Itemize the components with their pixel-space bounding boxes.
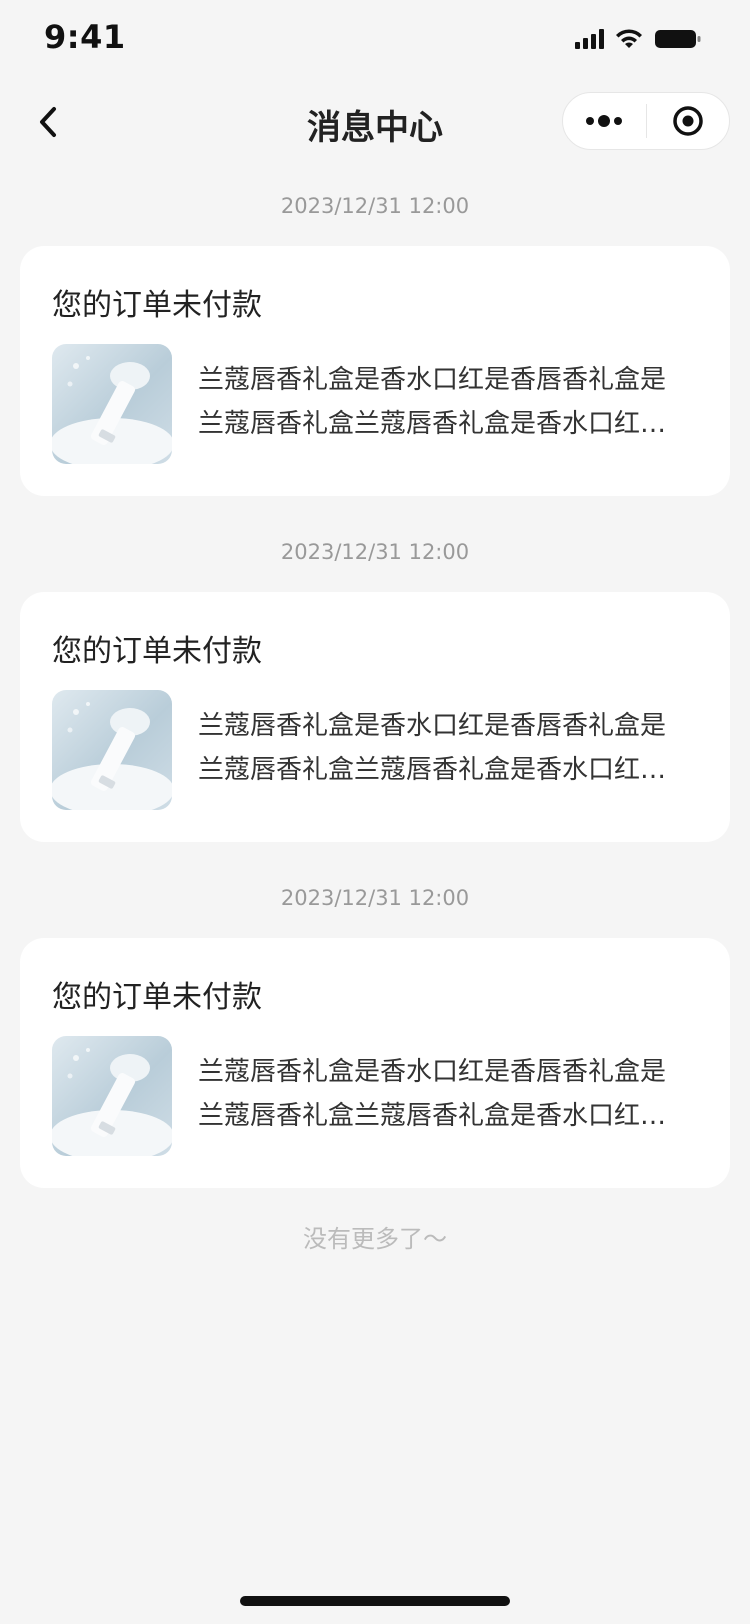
wifi-icon [614, 28, 644, 50]
message-group: 2023/12/31 12:00 您的订单未付款 兰蔻唇香礼盒是香水口红是香唇香… [0, 878, 750, 1188]
status-time: 9:41 [44, 18, 126, 56]
message-time: 2023/12/31 12:00 [280, 194, 470, 218]
message-title: 您的订单未付款 [52, 980, 262, 1015]
message-time: 2023/12/31 12:00 [280, 886, 470, 910]
message-list: 2023/12/31 12:00 您的订单未付款 兰蔻唇香礼盒是香水口红是香唇香… [0, 186, 750, 1264]
product-thumbnail [52, 344, 172, 464]
message-time: 2023/12/31 12:00 [280, 540, 470, 564]
no-more-text: 没有更多了～ [303, 1225, 447, 1253]
more-dots-icon [586, 115, 623, 127]
message-description: 兰蔻唇香礼盒是香水口红是香唇香礼盒是兰蔻唇香礼盒兰蔻唇香礼盒是香水口红是香唇香礼… [198, 1057, 667, 1131]
message-card[interactable]: 您的订单未付款 兰蔻唇香礼盒是香水口红是香唇香礼盒是兰蔻唇香礼盒兰蔻唇香礼盒是香… [20, 938, 730, 1188]
message-description: 兰蔻唇香礼盒是香水口红是香唇香礼盒是兰蔻唇香礼盒兰蔻唇香礼盒是香水口红是香唇香礼… [198, 711, 667, 785]
mini-program-capsule [562, 92, 730, 150]
battery-icon [654, 28, 702, 50]
target-circle-icon [673, 106, 703, 136]
more-button[interactable] [563, 92, 646, 150]
close-miniprogram-button[interactable] [647, 92, 730, 150]
home-indicator [240, 1596, 510, 1606]
message-center-screen: 9:41 消息中心 2023/12/31 12:00 您的订单未付款 兰蔻唇香礼… [0, 0, 750, 1624]
message-title: 您的订单未付款 [52, 634, 262, 669]
product-thumbnail [52, 690, 172, 810]
message-card[interactable]: 您的订单未付款 兰蔻唇香礼盒是香水口红是香唇香礼盒是兰蔻唇香礼盒兰蔻唇香礼盒是香… [20, 246, 730, 496]
message-description: 兰蔻唇香礼盒是香水口红是香唇香礼盒是兰蔻唇香礼盒兰蔻唇香礼盒是香水口红是香唇香礼… [198, 365, 667, 439]
status-icons [575, 28, 702, 50]
nav-bar: 消息中心 [0, 80, 750, 164]
cellular-signal-icon [575, 29, 604, 49]
message-title: 您的订单未付款 [52, 288, 262, 323]
status-bar: 9:41 [0, 0, 750, 80]
message-group: 2023/12/31 12:00 您的订单未付款 兰蔻唇香礼盒是香水口红是香唇香… [0, 532, 750, 878]
message-group: 2023/12/31 12:00 您的订单未付款 兰蔻唇香礼盒是香水口红是香唇香… [0, 186, 750, 532]
message-card[interactable]: 您的订单未付款 兰蔻唇香礼盒是香水口红是香唇香礼盒是兰蔻唇香礼盒兰蔻唇香礼盒是香… [20, 592, 730, 842]
product-thumbnail [52, 1036, 172, 1156]
